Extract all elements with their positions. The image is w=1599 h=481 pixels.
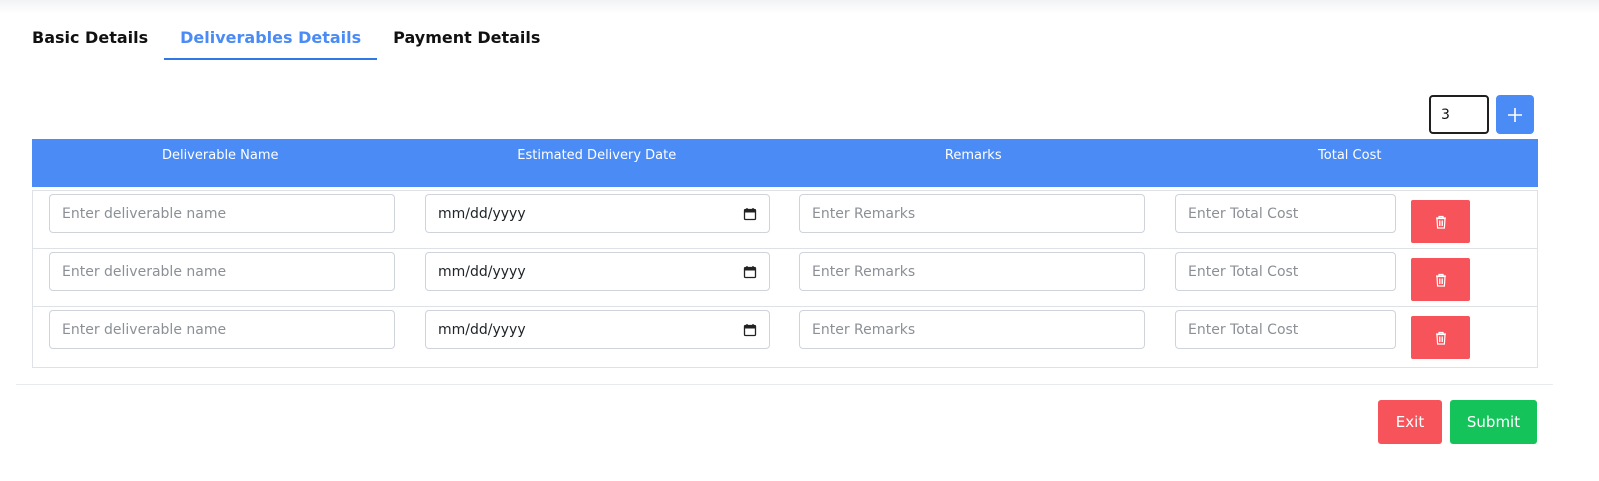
add-row-button[interactable] xyxy=(1496,95,1534,134)
remarks-input[interactable] xyxy=(799,194,1145,233)
total-cost-input[interactable] xyxy=(1175,252,1396,291)
calendar-icon[interactable] xyxy=(743,323,757,337)
tab-deliverables-details[interactable]: Deliverables Details xyxy=(164,20,378,60)
delivery-date-input[interactable]: mm/dd/yyyy xyxy=(425,310,770,349)
delete-row-button[interactable] xyxy=(1411,200,1470,243)
table-header: Deliverable Name Estimated Delivery Date… xyxy=(32,139,1538,187)
top-shadow xyxy=(0,0,1599,14)
exit-button[interactable]: Exit xyxy=(1378,400,1442,444)
submit-button[interactable]: Submit xyxy=(1450,400,1537,444)
trash-icon xyxy=(1435,215,1446,229)
trash-icon xyxy=(1435,273,1446,287)
delete-row-button[interactable] xyxy=(1411,258,1470,301)
delivery-date-input[interactable]: mm/dd/yyyy xyxy=(425,252,770,291)
table-row: mm/dd/yyyy xyxy=(33,191,1537,249)
date-text: mm/dd/yyyy xyxy=(438,205,526,222)
date-text: mm/dd/yyyy xyxy=(438,263,526,280)
tab-bar: Basic Details Deliverables Details Payme… xyxy=(16,20,556,60)
header-estimated-delivery-date: Estimated Delivery Date xyxy=(517,148,677,163)
table-row: mm/dd/yyyy xyxy=(33,307,1537,365)
header-remarks: Remarks xyxy=(944,148,1002,163)
footer-divider xyxy=(16,384,1553,385)
header-total-cost: Total Cost xyxy=(1318,148,1382,163)
deliverable-name-input[interactable] xyxy=(49,310,395,349)
plus-icon xyxy=(1508,107,1522,122)
header-deliverable-name: Deliverable Name xyxy=(161,148,279,163)
table-row: mm/dd/yyyy xyxy=(33,249,1537,307)
date-text: mm/dd/yyyy xyxy=(438,321,526,338)
tab-basic-details[interactable]: Basic Details xyxy=(16,20,164,60)
tab-payment-details[interactable]: Payment Details xyxy=(377,20,556,60)
calendar-icon[interactable] xyxy=(743,207,757,221)
remarks-input[interactable] xyxy=(799,252,1145,291)
row-count-input[interactable] xyxy=(1429,95,1489,134)
remarks-input[interactable] xyxy=(799,310,1145,349)
total-cost-input[interactable] xyxy=(1175,194,1396,233)
deliverable-name-input[interactable] xyxy=(49,252,395,291)
trash-icon xyxy=(1435,331,1446,345)
delivery-date-input[interactable]: mm/dd/yyyy xyxy=(425,194,770,233)
deliverables-table-body: mm/dd/yyyy mm/dd/yyyy xyxy=(32,190,1538,368)
total-cost-input[interactable] xyxy=(1175,310,1396,349)
calendar-icon[interactable] xyxy=(743,265,757,279)
delete-row-button[interactable] xyxy=(1411,316,1470,359)
deliverable-name-input[interactable] xyxy=(49,194,395,233)
